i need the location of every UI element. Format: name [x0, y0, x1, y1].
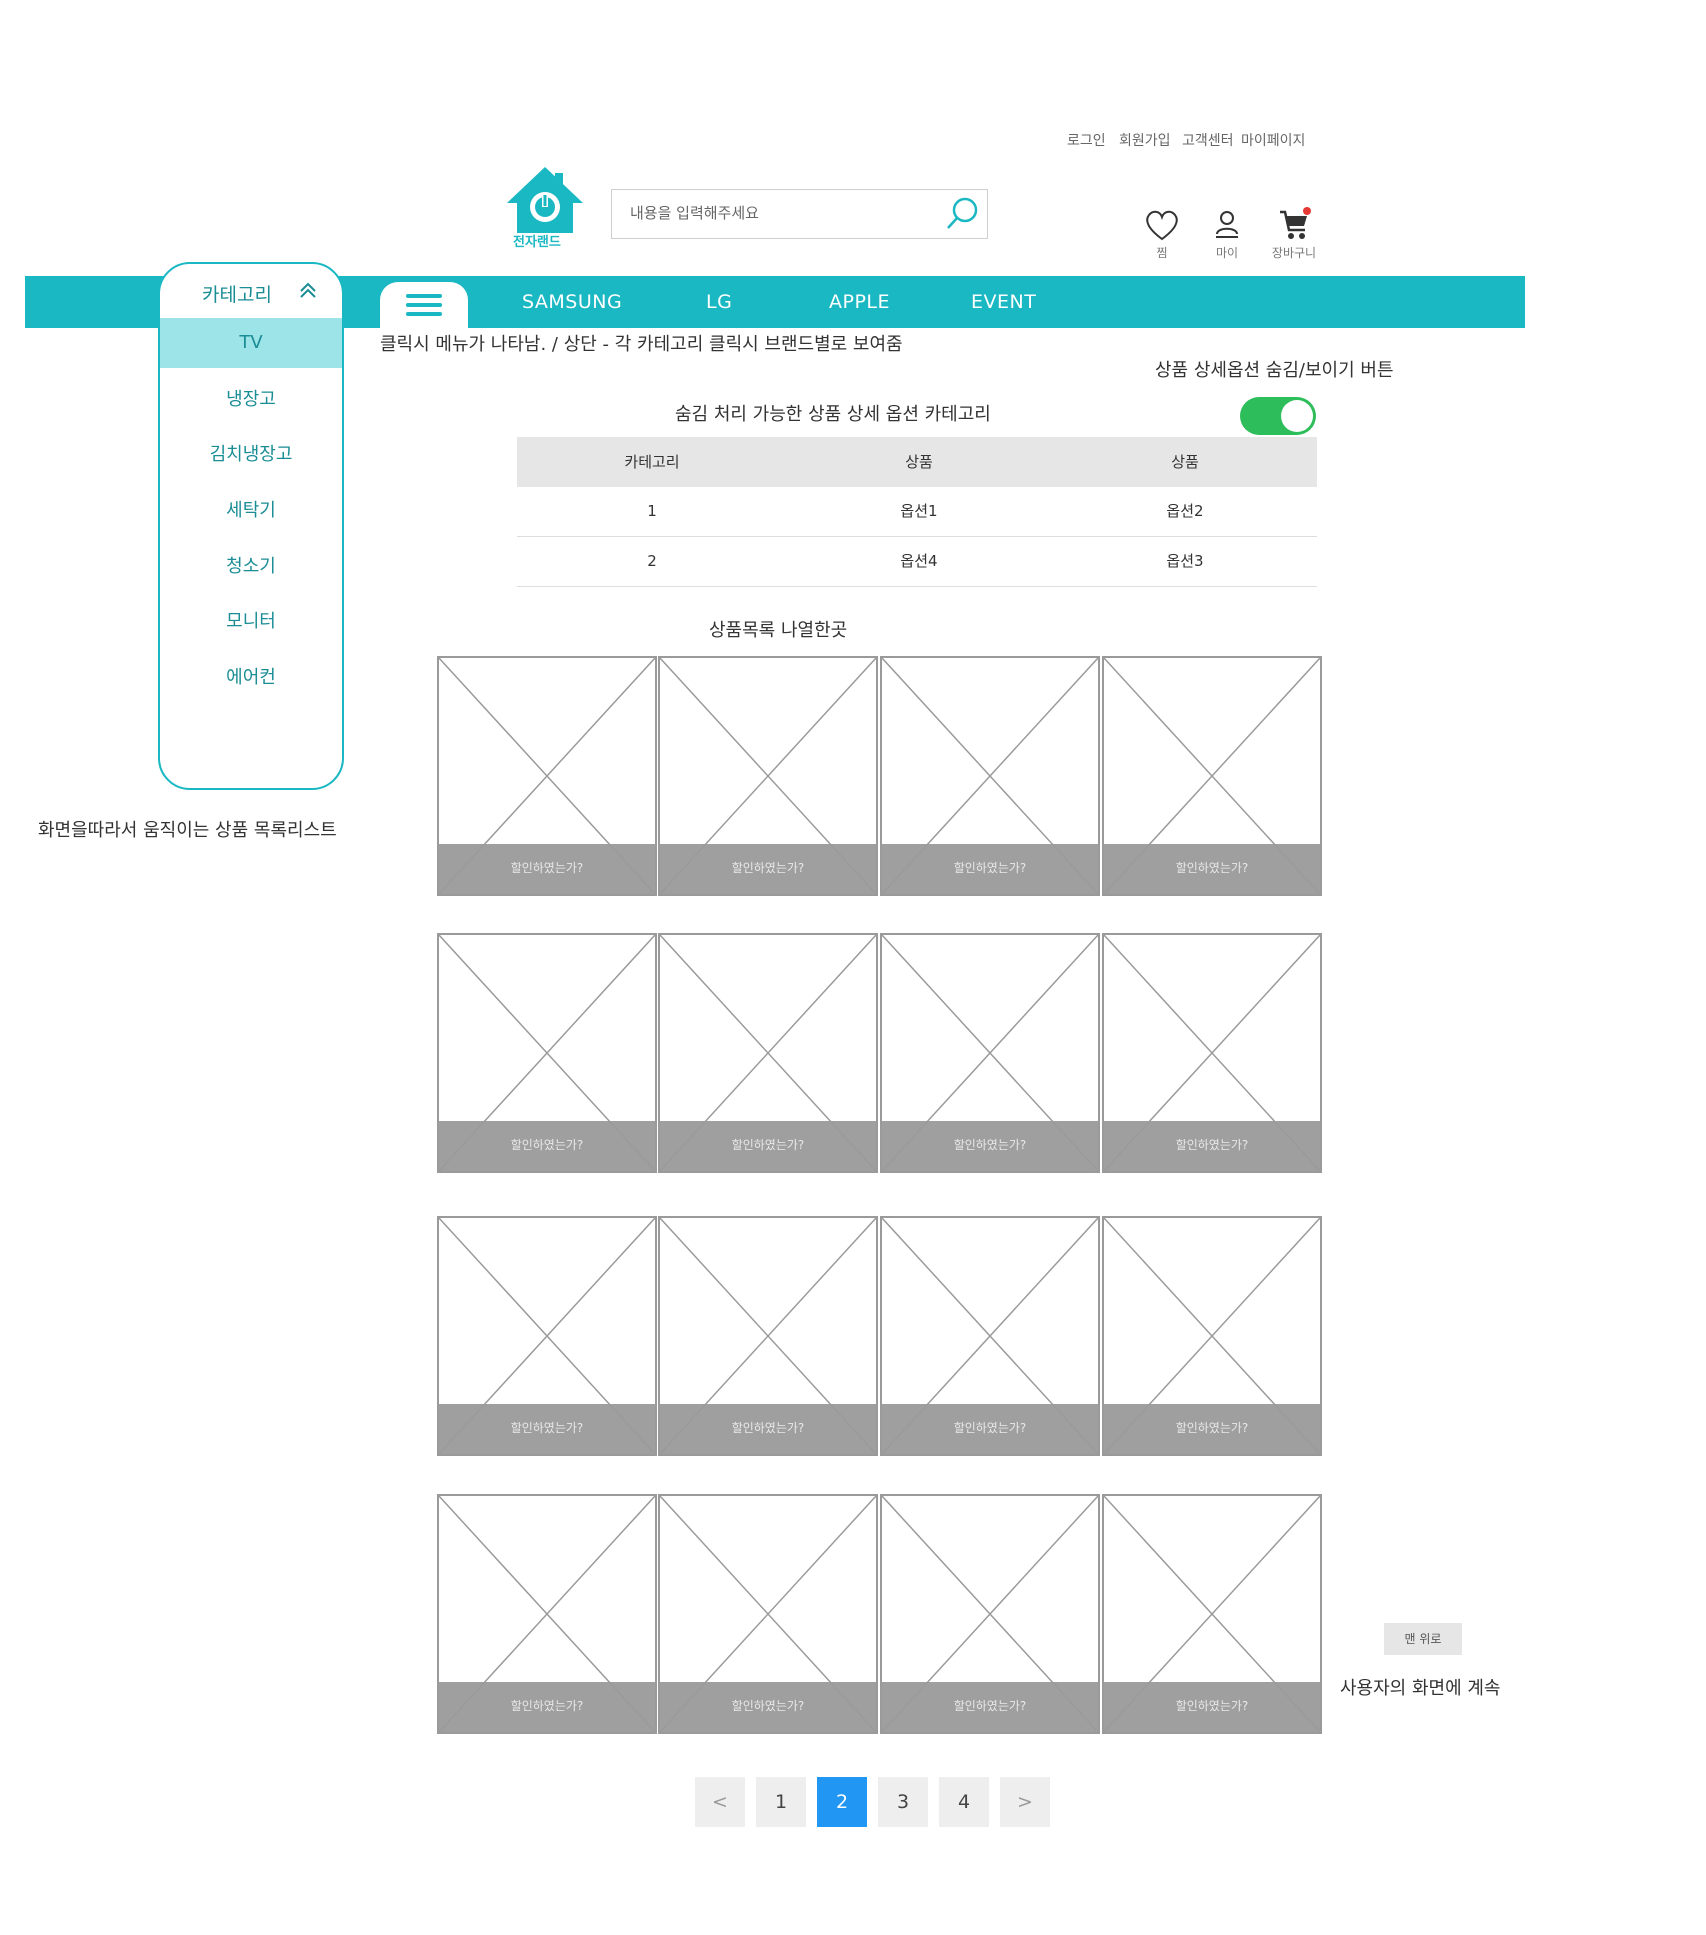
sidebar-annotation: 화면을따라서 움직이는 상품 목록리스트	[38, 820, 337, 841]
category-item-tv[interactable]: TV	[160, 318, 342, 368]
product-card[interactable]: 할인하였는가?	[658, 933, 878, 1173]
search-input[interactable]	[628, 203, 932, 223]
category-item-kimchi-refrigerator[interactable]: 김치냉장고	[160, 440, 342, 466]
category-sidebar: 카테고리 TV 냉장고 김치냉장고 세탁기 청소기 모니터 에어컨	[158, 262, 344, 790]
pagination-prev[interactable]: <	[695, 1777, 745, 1827]
category-item-refrigerator[interactable]: 냉장고	[160, 385, 342, 411]
chevron-up-icon[interactable]	[298, 280, 318, 300]
option-visibility-toggle[interactable]	[1240, 397, 1316, 435]
back-to-top-button[interactable]: 맨 위로	[1384, 1623, 1462, 1655]
top-link-support[interactable]: 고객센터	[1182, 130, 1234, 150]
top-link-mypage[interactable]: 마이페이지	[1241, 130, 1305, 150]
product-list-title: 상품목록 나열한곳	[709, 620, 848, 641]
category-item-monitor[interactable]: 모니터	[160, 607, 342, 633]
category-item-aircon[interactable]: 에어컨	[160, 663, 342, 689]
product-card[interactable]: 할인하였는가?	[880, 656, 1100, 896]
product-card[interactable]: 할인하였는가?	[880, 933, 1100, 1173]
category-title: 카테고리	[202, 284, 272, 306]
cart-button[interactable]: 장바구니	[1264, 206, 1324, 261]
table-row[interactable]: 1 옵션1 옵션2	[517, 487, 1317, 537]
menu-annotation: 클릭시 메뉴가 나타남. / 상단 - 각 카테고리 클릭시 브랜드별로 보여줌	[380, 334, 903, 355]
table-cell: 옵션3	[1166, 552, 1204, 570]
product-card[interactable]: 할인하였는가?	[658, 1216, 878, 1456]
wishlist-button[interactable]: 찜	[1132, 208, 1192, 261]
header-product-1: 상품	[905, 453, 933, 471]
product-card[interactable]: 할인하였는가?	[1102, 1494, 1322, 1734]
table-cell: 2	[647, 552, 657, 570]
product-caption: 할인하였는가?	[953, 861, 1027, 875]
cart-icon	[1280, 207, 1311, 239]
product-caption: 할인하였는가?	[953, 1421, 1027, 1435]
hamburger-icon	[406, 294, 442, 298]
product-caption: 할인하였는가?	[953, 1699, 1027, 1713]
product-caption: 할인하였는가?	[1175, 1138, 1249, 1152]
mypage-label: 마이	[1215, 246, 1239, 260]
pagination-page-1[interactable]: 1	[756, 1777, 806, 1827]
product-card[interactable]: 할인하였는가?	[880, 1216, 1100, 1456]
table-cell: 옵션2	[1166, 502, 1204, 520]
product-card[interactable]: 할인하였는가?	[1102, 1216, 1322, 1456]
product-caption: 할인하였는가?	[1175, 861, 1249, 875]
nav-link-lg[interactable]: LG	[706, 291, 732, 313]
product-card[interactable]: 할인하였는가?	[658, 656, 878, 896]
product-card[interactable]: 할인하였는가?	[658, 1494, 878, 1734]
top-link-signup[interactable]: 회원가입	[1119, 130, 1171, 150]
product-caption: 할인하였는가?	[1175, 1699, 1249, 1713]
search-box[interactable]	[611, 189, 988, 239]
product-card[interactable]: 할인하였는가?	[1102, 656, 1322, 896]
product-caption: 할인하였는가?	[953, 1138, 1027, 1152]
table-cell: 옵션1	[900, 502, 938, 520]
product-card[interactable]: 할인하였는가?	[437, 933, 657, 1173]
pagination-page-4[interactable]: 4	[939, 1777, 989, 1827]
product-caption: 할인하였는가?	[731, 1699, 805, 1713]
option-table-header: 카테고리 상품 상품	[517, 437, 1317, 487]
user-icon	[1216, 211, 1238, 238]
header-product-2: 상품	[1171, 453, 1199, 471]
nav-link-apple[interactable]: APPLE	[829, 291, 890, 313]
mypage-button[interactable]: 마이	[1197, 208, 1257, 261]
nav-link-event[interactable]: EVENT	[971, 291, 1036, 313]
option-table-title: 숨김 처리 가능한 상품 상세 옵션 카테고리	[675, 404, 991, 425]
product-card[interactable]: 할인하였는가?	[880, 1494, 1100, 1734]
hamburger-menu-button[interactable]	[380, 282, 468, 328]
category-item-vacuum[interactable]: 청소기	[160, 552, 342, 578]
top-link-login[interactable]: 로그인	[1067, 130, 1106, 150]
header-category: 카테고리	[624, 453, 680, 471]
product-caption: 할인하였는가?	[1175, 1421, 1249, 1435]
table-cell: 1	[647, 502, 657, 520]
wishlist-label: 찜	[1156, 246, 1168, 260]
cart-label: 장바구니	[1271, 246, 1317, 260]
category-item-washer[interactable]: 세탁기	[160, 496, 342, 522]
product-card[interactable]: 할인하였는가?	[437, 1494, 657, 1734]
logo-text: 전자랜드	[513, 235, 561, 250]
pagination-page-3[interactable]: 3	[878, 1777, 928, 1827]
product-caption: 할인하였는가?	[510, 1138, 584, 1152]
nav-link-samsung[interactable]: SAMSUNG	[522, 291, 622, 313]
product-caption: 할인하였는가?	[731, 1421, 805, 1435]
search-icon[interactable]	[943, 195, 981, 233]
product-caption: 할인하였는가?	[510, 1421, 584, 1435]
product-card[interactable]: 할인하였는가?	[437, 1216, 657, 1456]
site-logo[interactable]: 전자랜드	[505, 165, 585, 255]
category-header[interactable]: 카테고리	[160, 264, 342, 318]
pagination-page-2[interactable]: 2	[817, 1777, 867, 1827]
continue-annotation: 사용자의 화면에 계속	[1340, 1678, 1501, 1699]
table-cell: 옵션4	[900, 552, 938, 570]
product-caption: 할인하였는가?	[731, 1138, 805, 1152]
product-caption: 할인하였는가?	[510, 861, 584, 875]
table-row[interactable]: 2 옵션4 옵션3	[517, 537, 1317, 587]
product-caption: 할인하였는가?	[510, 1699, 584, 1713]
product-card[interactable]: 할인하였는가?	[1102, 933, 1322, 1173]
product-caption: 할인하였는가?	[731, 861, 805, 875]
heart-icon	[1146, 210, 1178, 241]
pagination-next[interactable]: >	[1000, 1777, 1050, 1827]
product-card[interactable]: 할인하였는가?	[437, 656, 657, 896]
option-table: 카테고리 상품 상품 1 옵션1 옵션2 2 옵션4 옵션3	[517, 437, 1317, 587]
toggle-knob	[1281, 400, 1313, 432]
toggle-annotation: 상품 상세옵션 숨김/보이기 버튼	[1155, 360, 1394, 381]
